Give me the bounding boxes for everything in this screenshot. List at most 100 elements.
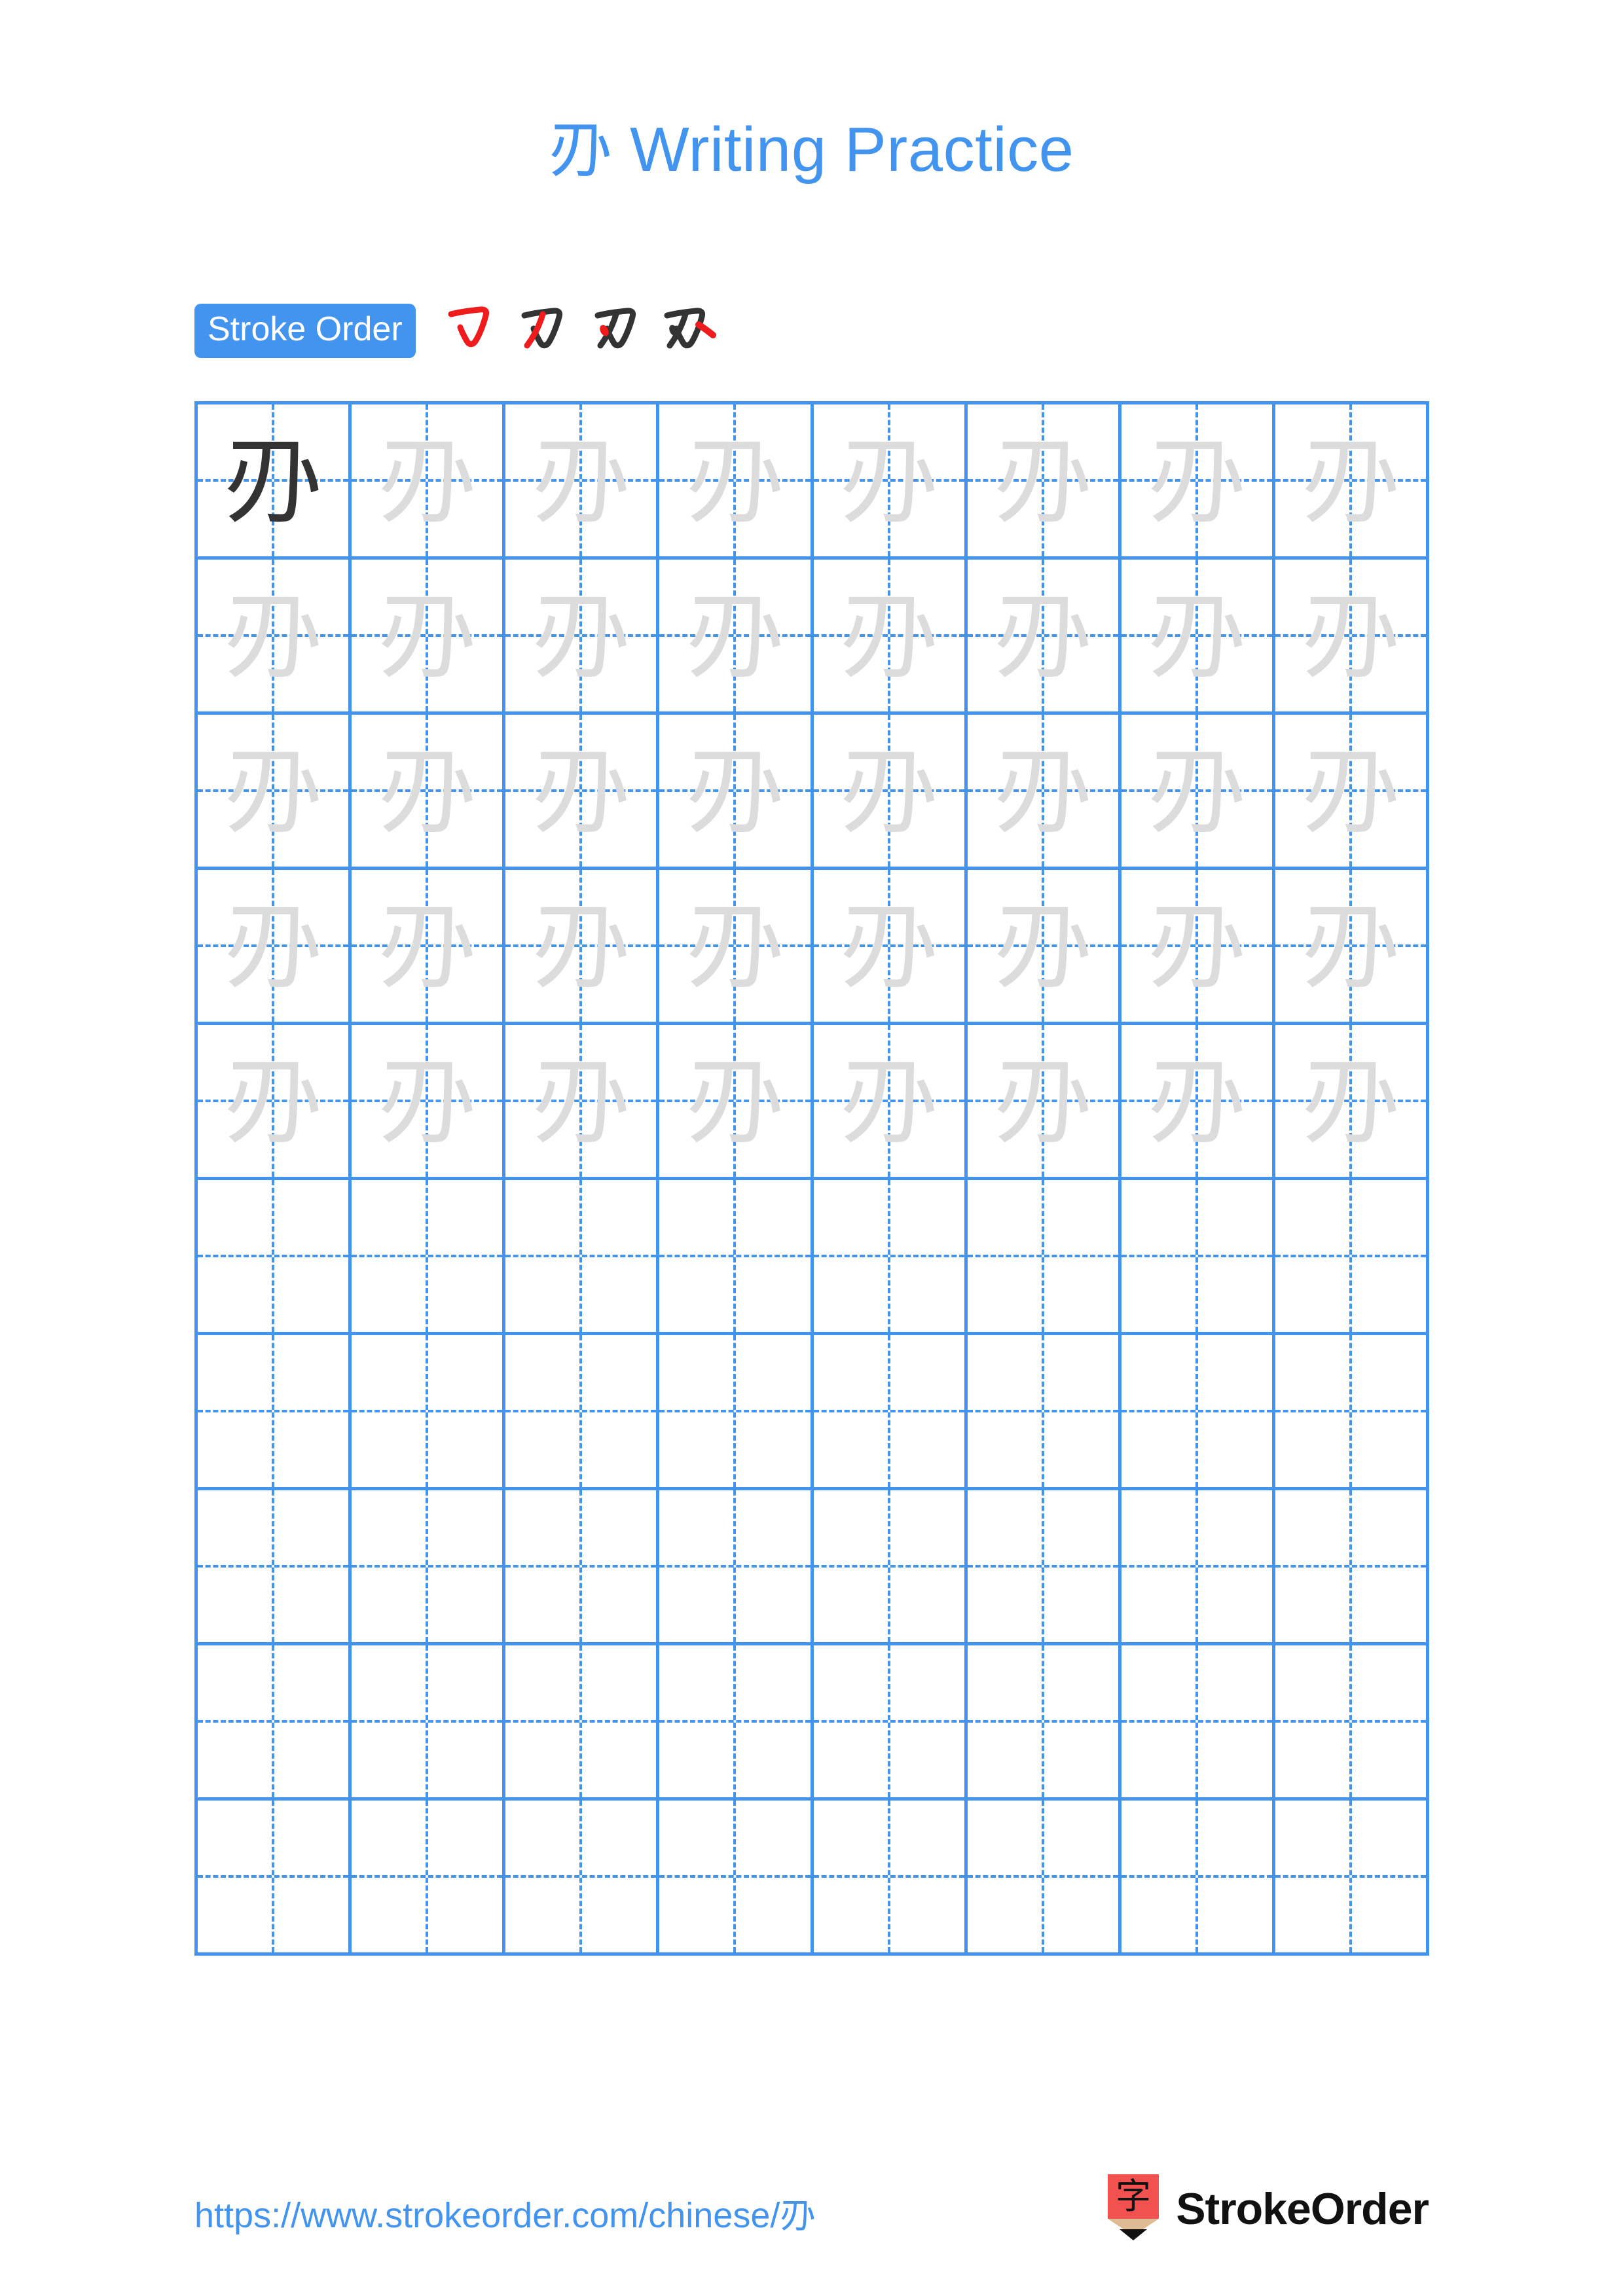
practice-cell[interactable]	[813, 1490, 968, 1645]
practice-cell[interactable]	[659, 1801, 814, 1956]
practice-cell[interactable]	[1121, 1645, 1275, 1801]
practice-cell[interactable]: 刅	[198, 404, 352, 560]
practice-cell[interactable]: 刅	[505, 560, 660, 715]
practice-cell[interactable]: 刅	[505, 404, 660, 560]
practice-cell[interactable]: 刅	[1121, 715, 1275, 870]
practice-cell[interactable]	[198, 1645, 352, 1801]
practice-cell[interactable]	[813, 1335, 968, 1490]
practice-cell[interactable]	[813, 1801, 968, 1956]
practice-grid: 刅刅刅刅刅刅刅刅刅刅刅刅刅刅刅刅刅刅刅刅刅刅刅刅刅刅刅刅刅刅刅刅刅刅刅刅刅刅刅刅	[194, 401, 1429, 1956]
practice-cell[interactable]: 刅	[505, 870, 660, 1025]
practice-cell[interactable]	[505, 1335, 660, 1490]
practice-cell[interactable]: 刅	[1275, 715, 1429, 870]
practice-cell[interactable]: 刅	[352, 560, 506, 715]
practice-cell[interactable]	[1275, 1490, 1429, 1645]
practice-cell[interactable]: 刅	[1275, 404, 1429, 560]
cell-horizontal-guide	[352, 1255, 503, 1257]
practice-cell[interactable]	[1121, 1801, 1275, 1956]
practice-cell[interactable]	[198, 1180, 352, 1335]
practice-cell[interactable]: 刅	[813, 1025, 968, 1180]
practice-cell[interactable]: 刅	[967, 1025, 1122, 1180]
practice-cell[interactable]: 刅	[813, 715, 968, 870]
practice-cell[interactable]	[813, 1645, 968, 1801]
practice-cell[interactable]: 刅	[352, 870, 506, 1025]
practice-cell[interactable]: 刅	[967, 715, 1122, 870]
practice-cell[interactable]	[1121, 1490, 1275, 1645]
practice-cell[interactable]	[1121, 1335, 1275, 1490]
practice-cell[interactable]	[1275, 1335, 1429, 1490]
practice-cell[interactable]: 刅	[1121, 1025, 1275, 1180]
cell-horizontal-guide	[1121, 1875, 1272, 1878]
title-suffix: Writing Practice	[611, 115, 1074, 185]
practice-cell[interactable]: 刅	[198, 870, 352, 1025]
practice-cell[interactable]	[505, 1490, 660, 1645]
practice-cell[interactable]	[1275, 1180, 1429, 1335]
practice-cell[interactable]: 刅	[967, 404, 1122, 560]
practice-cell[interactable]	[505, 1180, 660, 1335]
tracing-character: 刅	[993, 734, 1092, 848]
tracing-character: 刅	[1301, 579, 1400, 692]
tracing-character: 刅	[839, 734, 938, 848]
practice-cell[interactable]	[813, 1180, 968, 1335]
tracing-character: 刅	[993, 579, 1092, 692]
practice-cell[interactable]: 刅	[1121, 870, 1275, 1025]
practice-cell[interactable]	[659, 1180, 814, 1335]
practice-cell[interactable]: 刅	[659, 560, 814, 715]
cell-horizontal-guide	[1275, 1410, 1426, 1412]
practice-cell[interactable]: 刅	[1275, 1025, 1429, 1180]
practice-cell[interactable]: 刅	[813, 560, 968, 715]
tracing-character: 刅	[1301, 889, 1400, 1003]
practice-cell[interactable]	[352, 1645, 506, 1801]
practice-cell[interactable]	[198, 1801, 352, 1956]
footer-url-link[interactable]: https://www.strokeorder.com/chinese/刅	[194, 2186, 815, 2238]
practice-cell[interactable]: 刅	[813, 404, 968, 560]
practice-cell[interactable]: 刅	[352, 404, 506, 560]
practice-cell[interactable]	[352, 1801, 506, 1956]
practice-cell[interactable]: 刅	[967, 870, 1122, 1025]
tracing-character: 刅	[993, 1044, 1092, 1158]
practice-cell[interactable]: 刅	[1275, 870, 1429, 1025]
practice-cell[interactable]	[659, 1645, 814, 1801]
practice-cell[interactable]	[505, 1645, 660, 1801]
practice-cell[interactable]: 刅	[198, 715, 352, 870]
cell-horizontal-guide	[505, 1565, 657, 1568]
practice-cell[interactable]	[659, 1335, 814, 1490]
practice-cell[interactable]: 刅	[1121, 404, 1275, 560]
practice-cell[interactable]	[1275, 1801, 1429, 1956]
practice-cell[interactable]	[352, 1335, 506, 1490]
practice-cell[interactable]	[659, 1490, 814, 1645]
practice-cell[interactable]: 刅	[967, 560, 1122, 715]
practice-cell[interactable]: 刅	[1275, 560, 1429, 715]
practice-cell[interactable]	[967, 1645, 1122, 1801]
tracing-character: 刅	[1147, 579, 1246, 692]
practice-cell[interactable]: 刅	[352, 1025, 506, 1180]
cell-horizontal-guide	[967, 1565, 1118, 1568]
practice-cell[interactable]	[967, 1801, 1122, 1956]
practice-cell[interactable]: 刅	[352, 715, 506, 870]
practice-cell[interactable]: 刅	[505, 715, 660, 870]
practice-cell[interactable]	[505, 1801, 660, 1956]
practice-cell[interactable]: 刅	[659, 1025, 814, 1180]
practice-cell[interactable]	[198, 1335, 352, 1490]
practice-cell[interactable]	[967, 1335, 1122, 1490]
practice-cell[interactable]: 刅	[659, 715, 814, 870]
tracing-character: 刅	[685, 579, 784, 692]
tracing-character: 刅	[532, 579, 630, 692]
practice-cell[interactable]: 刅	[1121, 560, 1275, 715]
practice-cell[interactable]: 刅	[813, 870, 968, 1025]
practice-cell[interactable]	[352, 1490, 506, 1645]
practice-cell[interactable]	[1121, 1180, 1275, 1335]
practice-cell[interactable]: 刅	[659, 870, 814, 1025]
practice-cell[interactable]	[198, 1490, 352, 1645]
practice-cell[interactable]: 刅	[198, 1025, 352, 1180]
practice-cell[interactable]: 刅	[505, 1025, 660, 1180]
practice-cell[interactable]	[352, 1180, 506, 1335]
practice-cell[interactable]: 刅	[659, 404, 814, 560]
cell-horizontal-guide	[198, 1565, 349, 1568]
practice-cell[interactable]	[967, 1490, 1122, 1645]
practice-cell[interactable]: 刅	[198, 560, 352, 715]
tracing-character: 刅	[839, 423, 938, 537]
tracing-character: 刅	[1301, 423, 1400, 537]
practice-cell[interactable]	[967, 1180, 1122, 1335]
practice-cell[interactable]	[1275, 1645, 1429, 1801]
